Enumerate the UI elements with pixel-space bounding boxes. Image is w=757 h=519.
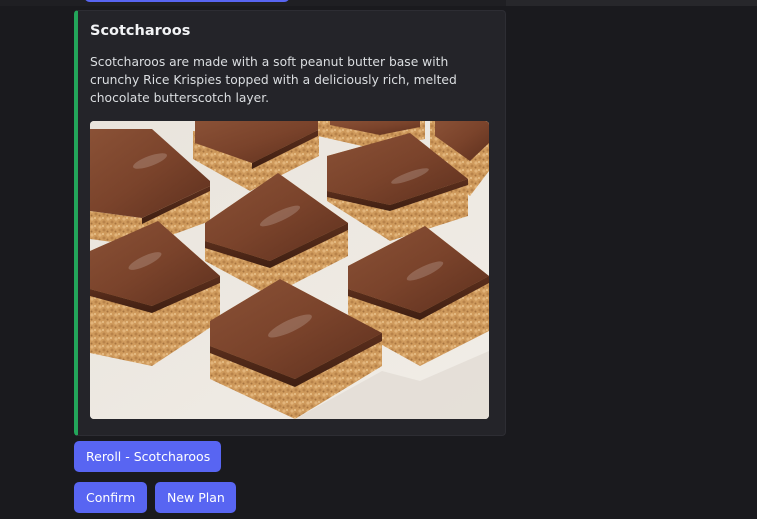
reroll-button[interactable]: Reroll - Scotcharoos — [74, 441, 221, 472]
recipe-embed: Scotcharoos Scotcharoos are made with a … — [74, 10, 506, 436]
scotcharoo-bars-photo — [90, 121, 489, 419]
embed-description: Scotcharoos are made with a soft peanut … — [90, 55, 457, 105]
embed-image[interactable] — [90, 121, 489, 419]
previous-button-edge[interactable] — [84, 0, 290, 2]
embed-title: Scotcharoos — [90, 23, 191, 39]
new-plan-button[interactable]: New Plan — [155, 482, 236, 513]
confirm-button[interactable]: Confirm — [74, 482, 147, 513]
previous-message-strip-right — [506, 0, 757, 6]
